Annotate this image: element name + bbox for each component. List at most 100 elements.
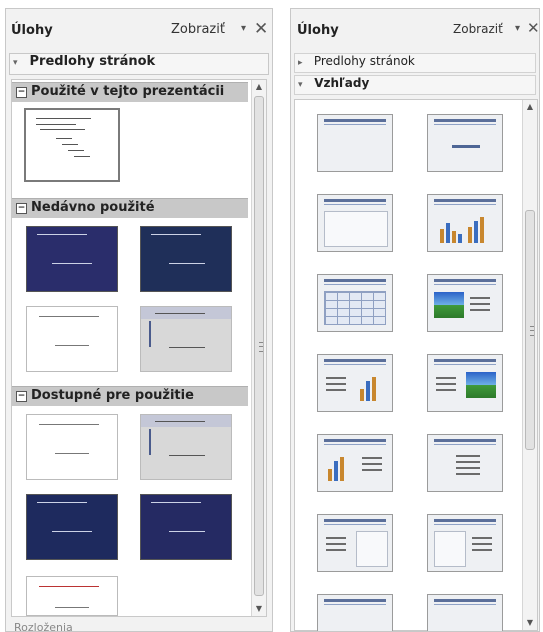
- thumb-text-line: [169, 263, 205, 264]
- layout-text-chart[interactable]: [317, 354, 393, 412]
- master-thumbnail[interactable]: [26, 494, 118, 560]
- vertical-scrollbar[interactable]: ▲ ▼: [522, 100, 537, 630]
- master-thumbnail[interactable]: [140, 306, 232, 372]
- thumb-title-line: [39, 586, 99, 587]
- layouts-list: ▲ ▼: [294, 99, 538, 631]
- vertical-scrollbar[interactable]: ▲ ▼: [251, 80, 266, 616]
- thumb-text-line: [52, 263, 92, 264]
- view-menu-dropdown-icon[interactable]: ▾: [515, 23, 520, 34]
- bullet-line: [362, 457, 382, 459]
- chart-bar: [480, 217, 484, 243]
- section-layouts[interactable]: ▾ Vzhľady: [294, 75, 536, 95]
- collapse-arrow-icon: ▾: [298, 80, 303, 90]
- thumb-title-line: [37, 502, 87, 503]
- bullet-line: [470, 309, 490, 311]
- layout-partial[interactable]: [317, 594, 393, 631]
- scroll-up-arrow-icon[interactable]: ▲: [252, 80, 266, 94]
- master-thumbnail[interactable]: [140, 226, 232, 292]
- layout-title-bar: [434, 439, 496, 442]
- group-label: Dostupné pre použitie: [31, 388, 194, 403]
- chart-bar: [440, 229, 444, 243]
- group-collapse-icon: −: [16, 391, 27, 402]
- section-master-pages-collapsed[interactable]: ▸ Predlohy stránok: [294, 53, 536, 73]
- thumb-title-line: [155, 313, 205, 314]
- master-thumbnail-current[interactable]: [24, 108, 120, 182]
- layout-title-bar: [434, 359, 496, 362]
- chart-bar: [334, 461, 338, 481]
- master-thumbnail[interactable]: [26, 414, 118, 480]
- bullet-line: [326, 389, 346, 391]
- section-master-pages[interactable]: ▾ Predlohy stránok: [9, 53, 269, 75]
- master-thumbnail[interactable]: [26, 306, 118, 372]
- group-recently-used[interactable]: − Nedávno použité: [12, 198, 248, 218]
- scroll-thumb[interactable]: [525, 210, 535, 450]
- bullet-line: [456, 467, 480, 469]
- chart-bar: [468, 227, 472, 243]
- picture-icon: [434, 292, 464, 318]
- layout-content-placeholder: [434, 531, 466, 567]
- bullet-line: [326, 537, 346, 539]
- master-thumbnail[interactable]: [140, 414, 232, 480]
- bullet-line: [326, 549, 346, 551]
- thumb-text-line: [36, 124, 76, 125]
- bullet-line: [326, 377, 346, 379]
- chart-bar: [452, 231, 456, 243]
- layout-title-line: [434, 124, 496, 125]
- group-collapse-icon: −: [16, 203, 27, 214]
- thumb-text-line: [169, 455, 205, 456]
- layout-title-picture-text[interactable]: [427, 274, 503, 332]
- scroll-down-arrow-icon[interactable]: ▼: [523, 616, 537, 630]
- layout-title-line: [324, 524, 386, 525]
- group-collapse-icon: −: [16, 87, 27, 98]
- thumb-text-line: [40, 129, 85, 130]
- group-label: Použité v tejto prezentácii: [31, 84, 225, 99]
- bullet-line: [472, 549, 492, 551]
- layout-title-line: [434, 284, 496, 285]
- layout-content-placeholder: [356, 531, 388, 567]
- view-menu-button[interactable]: Zobraziť: [453, 22, 503, 36]
- layout-partial[interactable]: [427, 594, 503, 631]
- layout-title-content[interactable]: [317, 194, 393, 252]
- layout-title-line: [434, 444, 496, 445]
- chart-icon: [358, 373, 386, 401]
- chart-icon: [438, 213, 494, 243]
- scroll-thumb[interactable]: [254, 96, 264, 596]
- layout-title-table[interactable]: [317, 274, 393, 332]
- layout-blank-title[interactable]: [317, 114, 393, 172]
- layout-text-two-content[interactable]: [317, 514, 393, 572]
- view-menu-dropdown-icon[interactable]: ▾: [241, 23, 246, 34]
- master-thumbnail[interactable]: [26, 226, 118, 292]
- thumb-accent-line: [149, 429, 151, 455]
- bullet-line: [436, 389, 456, 391]
- layout-title-text[interactable]: [427, 434, 503, 492]
- layout-two-content-text[interactable]: [427, 514, 503, 572]
- bullet-line: [456, 455, 480, 457]
- scroll-down-arrow-icon[interactable]: ▼: [252, 602, 266, 616]
- scroll-up-arrow-icon[interactable]: ▲: [523, 100, 537, 114]
- group-available[interactable]: − Dostupné pre použitie: [12, 386, 248, 406]
- layout-title-line: [434, 364, 496, 365]
- thumb-text-line: [52, 531, 92, 532]
- chart-bar: [474, 221, 478, 243]
- layout-chart-text[interactable]: [317, 434, 393, 492]
- close-icon[interactable]: ✕: [527, 19, 539, 37]
- layout-title-slide[interactable]: [427, 114, 503, 172]
- bullet-line: [472, 537, 492, 539]
- panel-header: Úlohy Zobraziť ▾ ✕: [291, 9, 539, 47]
- view-menu-button[interactable]: Zobraziť: [171, 22, 225, 37]
- layout-content-placeholder: [324, 211, 388, 247]
- bullet-line: [472, 543, 492, 545]
- thumb-title-line: [151, 234, 201, 235]
- master-thumbnail[interactable]: [140, 494, 232, 560]
- layout-title-chart[interactable]: [427, 194, 503, 252]
- close-icon[interactable]: ✕: [254, 19, 268, 39]
- expand-arrow-icon: ▸: [298, 58, 303, 68]
- thumb-text-line: [62, 144, 78, 145]
- next-section-label-cut[interactable]: Rozloženia: [14, 621, 73, 631]
- layout-title-line: [324, 364, 386, 365]
- master-thumbnail[interactable]: [26, 576, 118, 616]
- layout-title-bar: [434, 599, 496, 602]
- bullet-line: [436, 383, 456, 385]
- layout-text-picture[interactable]: [427, 354, 503, 412]
- group-used-in-presentation[interactable]: − Použité v tejto prezentácii: [12, 82, 248, 102]
